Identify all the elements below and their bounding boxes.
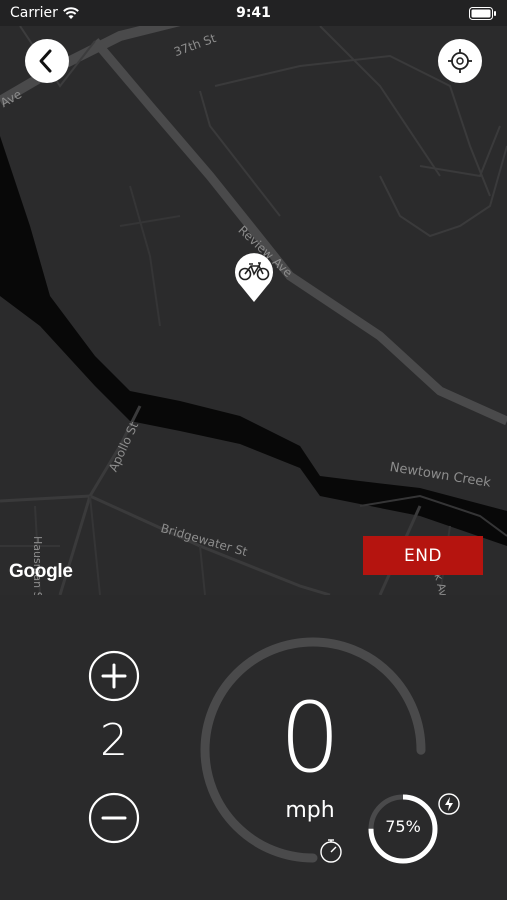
creek-shape: [0, 136, 507, 546]
locate-me-button[interactable]: [438, 39, 482, 83]
speed-value: 0: [279, 682, 341, 794]
battery-percent: 75%: [385, 817, 421, 836]
speedometer-icon: [320, 839, 342, 863]
status-bar: Carrier 9:41: [0, 0, 507, 26]
plus-icon: [101, 663, 127, 689]
map-view[interactable]: 37th St Ave Review Ave Apollo St Newtown…: [0, 26, 507, 595]
battery-icon: [469, 7, 496, 20]
map-streets: [0, 26, 507, 595]
speed-unit: mph: [285, 798, 335, 823]
crosshair-icon: [448, 49, 472, 73]
assist-level-value: 2: [100, 715, 128, 766]
lightning-bolt-icon: [438, 793, 460, 815]
back-button[interactable]: [25, 39, 69, 83]
decrease-assist-button[interactable]: [88, 792, 140, 844]
bike-location-pin[interactable]: [232, 250, 276, 304]
chevron-left-icon: [39, 49, 52, 73]
google-logo: Google: [9, 561, 73, 582]
end-ride-button[interactable]: END: [363, 536, 483, 575]
increase-assist-button[interactable]: [88, 650, 140, 702]
clock: 9:41: [236, 5, 271, 21]
ride-panel: 2 0 mph 75%: [0, 595, 507, 900]
